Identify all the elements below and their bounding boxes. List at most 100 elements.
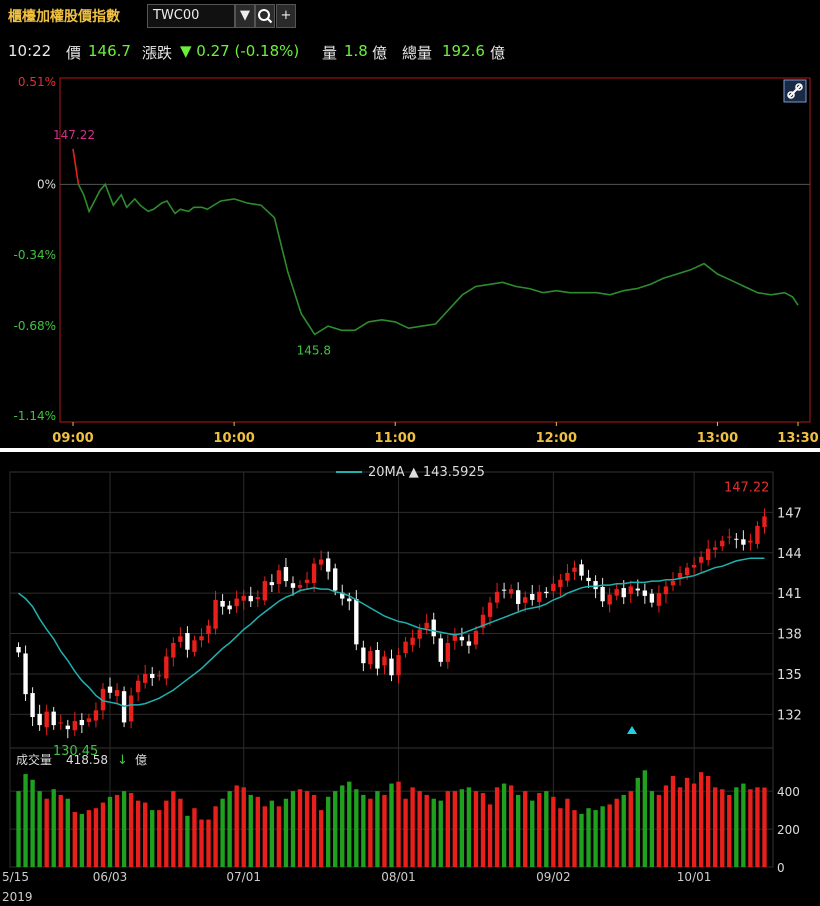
candle-body (354, 599, 359, 645)
price-label: 價 (66, 44, 82, 62)
candle-body (58, 722, 63, 724)
volume-bar (466, 787, 472, 867)
x-tick-label: 13:00 (697, 431, 738, 446)
candle-body (79, 719, 85, 726)
volume-bar (361, 794, 366, 867)
high-annotation: 147.22 (724, 480, 770, 495)
x-tick-label: 5/15 (2, 870, 29, 884)
volume-bar (607, 804, 612, 867)
volume-bar (382, 794, 387, 867)
candle-body (128, 695, 134, 722)
y-tick-label: 138 (777, 628, 802, 643)
candle-body (720, 540, 725, 547)
volume-bar (16, 791, 21, 867)
candle-body (713, 547, 718, 550)
volume-bar (333, 791, 338, 867)
volume-unit: 億 (372, 44, 388, 62)
volume-bar (128, 793, 134, 867)
volume-bar (248, 794, 253, 867)
candle-body (677, 572, 683, 578)
volume-bar (178, 798, 183, 867)
volume-bar (424, 794, 429, 867)
candle-body (628, 586, 633, 594)
volume-bar (473, 791, 479, 867)
volume-bar (642, 770, 648, 867)
volume-bar (220, 798, 225, 867)
candle-body (72, 721, 77, 731)
candle-body (487, 602, 493, 617)
candle-body (558, 579, 563, 587)
add-button[interactable]: + (276, 4, 296, 28)
candle-body (572, 567, 577, 572)
candle-body (361, 647, 366, 664)
symbol-input[interactable]: TWC00 (147, 4, 235, 28)
volume-bar (628, 791, 633, 867)
candle-body (565, 572, 570, 581)
ma20-legend-label: 20MA ▲ 143.5925 (368, 465, 485, 480)
candle-body (523, 597, 528, 603)
volume-bar (565, 798, 570, 867)
x-tick-label: 06/03 (93, 870, 128, 884)
candle-body (150, 673, 155, 678)
candle-body (586, 577, 591, 582)
candle-body (537, 591, 542, 603)
daily-candlestick-chart: 5/1506/0307/0108/0109/0210/0111/01147144… (2, 465, 802, 884)
candle-body (424, 622, 429, 629)
volume-bar (389, 783, 394, 867)
volume-bar (508, 785, 514, 867)
candle-body (227, 605, 232, 610)
search-icon (258, 9, 273, 24)
volume-bar (157, 810, 162, 867)
volume-bar (262, 806, 268, 867)
x-tick-label: 09/02 (536, 870, 571, 884)
volume-bar (72, 812, 77, 867)
candle-body (544, 591, 549, 594)
candle-body (600, 586, 605, 602)
low-annotation: 145.8 (297, 343, 331, 357)
volume-bar (656, 794, 662, 867)
volume-bar (114, 794, 120, 867)
volume-bar (30, 779, 35, 867)
candle-body (368, 651, 373, 665)
volume-bar (318, 810, 324, 867)
candle-body (347, 598, 352, 602)
candle-body (44, 711, 49, 728)
quote-bar: 10:22 價 146.7 漲跌 ▼ 0.27 (-0.18%) 量 1.8 億… (0, 36, 820, 66)
volume-bar (206, 819, 211, 867)
candle-body (508, 589, 514, 594)
x-tick-label: 13:30 (777, 431, 818, 446)
candle-body (23, 653, 28, 695)
candle-body (37, 713, 42, 726)
candle-body (663, 586, 669, 595)
volume-bar (311, 794, 317, 867)
volume-bar (234, 785, 239, 867)
candle-body (649, 593, 655, 603)
volume-bar (551, 796, 556, 867)
candle-body (621, 588, 626, 598)
volume-bar (347, 781, 352, 867)
search-button[interactable] (255, 4, 275, 28)
change-label: 漲跌 (142, 44, 173, 62)
volume-bar (713, 787, 718, 867)
candle-body (741, 539, 746, 545)
candle-body (684, 567, 690, 576)
candle-body (248, 595, 253, 602)
volume-bar (325, 796, 331, 867)
volume-bar (86, 810, 92, 867)
chevron-down-icon[interactable]: ▼ (235, 4, 255, 28)
volume-bar (375, 791, 380, 867)
candle-body (438, 638, 443, 662)
volume-bar (107, 796, 113, 867)
candle-body (311, 563, 317, 583)
candle-body (698, 556, 704, 563)
volume-bar (677, 787, 683, 867)
volume-bar (58, 794, 63, 867)
volume-bar (593, 810, 598, 867)
candle-body (515, 590, 521, 604)
volume-bar (100, 802, 106, 867)
candle-body (325, 558, 331, 572)
volume-bar (79, 813, 85, 867)
volume-bar (417, 791, 422, 867)
candle-body (333, 568, 338, 591)
x-tick-label: 09:00 (52, 431, 93, 446)
